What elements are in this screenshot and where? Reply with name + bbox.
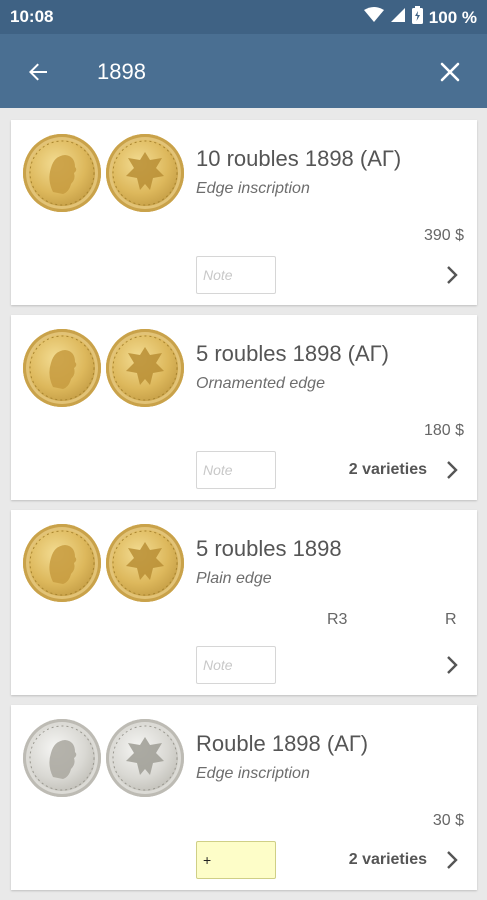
chevron-right-icon — [447, 656, 458, 674]
note-input[interactable] — [196, 256, 276, 294]
close-icon — [440, 62, 460, 82]
coin-obverse-image — [23, 134, 101, 212]
status-icons: 100 % — [363, 6, 477, 29]
search-input[interactable] — [97, 53, 417, 91]
coin-reverse-image — [106, 524, 184, 602]
result-card[interactable]: 5 roubles 1898 Plain edge R3 R — [11, 510, 477, 695]
coin-reverse-image — [106, 329, 184, 407]
note-input[interactable] — [196, 451, 276, 489]
note-input[interactable] — [196, 841, 276, 879]
coin-price: 30 $ — [432, 812, 464, 829]
open-details-button[interactable] — [441, 264, 463, 286]
result-card[interactable]: 5 roubles 1898 (АГ) Ornamented edge 180 … — [11, 315, 477, 500]
result-card[interactable]: Rouble 1898 (АГ) Edge inscription 30 $ 2… — [11, 705, 477, 890]
varieties-link[interactable]: 2 varieties — [349, 851, 427, 869]
back-button[interactable] — [20, 54, 56, 90]
result-card[interactable]: 10 roubles 1898 (АГ) Edge inscription 39… — [11, 120, 477, 305]
status-bar: 10:08 100 % — [0, 0, 487, 34]
coin-title: Rouble 1898 (АГ) — [196, 731, 369, 756]
clear-search-button[interactable] — [432, 54, 468, 90]
open-details-button[interactable] — [441, 459, 463, 481]
coin-reverse-image — [106, 134, 184, 212]
battery-icon — [411, 6, 423, 29]
coin-title: 5 roubles 1898 — [196, 536, 342, 561]
arrow-back-icon — [29, 63, 47, 81]
chevron-right-icon — [447, 851, 458, 869]
cell-signal-icon — [390, 7, 406, 28]
coin-price: 390 $ — [423, 227, 464, 244]
note-input[interactable] — [196, 646, 276, 684]
coin-obverse-image — [23, 524, 101, 602]
battery-percent: 100 % — [428, 7, 477, 27]
rarity-label: R3 — [327, 611, 348, 628]
coin-title: 5 roubles 1898 (АГ) — [196, 341, 389, 366]
status-time: 10:08 — [10, 7, 54, 26]
open-details-button[interactable] — [441, 849, 463, 871]
varieties-link[interactable]: 2 varieties — [349, 461, 427, 479]
coin-reverse-image — [106, 719, 184, 797]
coin-obverse-image — [23, 329, 101, 407]
coin-edge-type: Plain edge — [196, 570, 272, 587]
coin-edge-type: Edge inscription — [196, 765, 310, 782]
coin-obverse-image — [23, 719, 101, 797]
coin-title: 10 roubles 1898 (АГ) — [196, 146, 402, 171]
open-details-button[interactable] — [441, 654, 463, 676]
search-toolbar — [0, 34, 487, 108]
wifi-icon — [363, 7, 384, 28]
coin-edge-type: Edge inscription — [196, 180, 310, 197]
coin-edge-type: Ornamented edge — [196, 375, 325, 392]
chevron-right-icon — [447, 266, 458, 284]
rarity-label: R — [445, 611, 457, 628]
chevron-right-icon — [447, 461, 458, 479]
coin-price: 180 $ — [423, 422, 464, 439]
